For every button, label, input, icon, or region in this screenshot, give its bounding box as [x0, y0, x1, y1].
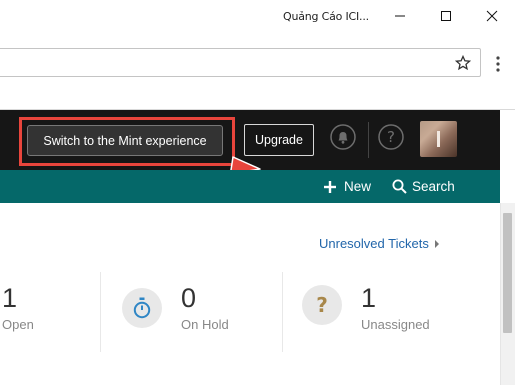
- question-mark-icon: ?: [316, 294, 328, 316]
- svg-text:?: ?: [387, 128, 395, 146]
- kebab-menu-icon: [496, 56, 500, 72]
- window-title-bar: Quảng Cáo ICI...: [0, 0, 515, 35]
- new-label: New: [344, 179, 372, 194]
- unassigned-icon-badge: ?: [302, 285, 342, 325]
- search-button[interactable]: Search: [392, 170, 455, 203]
- maximize-icon: [441, 11, 451, 21]
- star-icon: [454, 54, 472, 71]
- plus-icon: [324, 180, 336, 193]
- search-label: Search: [412, 179, 455, 194]
- bookmark-star-button[interactable]: [454, 54, 472, 71]
- stat-divider: [282, 272, 283, 352]
- annotation-highlight-box: [19, 117, 235, 166]
- browser-toolbar: [0, 35, 515, 110]
- browser-menu-button[interactable]: [494, 55, 502, 73]
- bell-icon: [330, 124, 356, 150]
- on-hold-label: On Hold: [181, 317, 229, 332]
- maximize-button[interactable]: [423, 0, 469, 32]
- caret-right-icon: [434, 239, 439, 248]
- unassigned-label: Unassigned: [361, 317, 430, 332]
- minimize-icon: [395, 15, 405, 17]
- close-button[interactable]: [469, 0, 515, 32]
- on-hold-count: 0: [181, 283, 197, 313]
- close-icon: [486, 10, 498, 22]
- notifications-button[interactable]: [330, 124, 356, 150]
- search-icon: [392, 179, 407, 194]
- help-icon: ?: [378, 124, 404, 150]
- scrollbar-thumb[interactable]: [503, 213, 512, 333]
- user-avatar[interactable]: [420, 121, 457, 157]
- stat-divider: [100, 272, 101, 352]
- minimize-button[interactable]: [377, 0, 423, 32]
- avatar-initial: [437, 131, 440, 147]
- dashboard-content: [0, 203, 500, 385]
- unassigned-count: 1: [361, 283, 377, 313]
- open-count: 1: [2, 283, 18, 313]
- secondary-nav: New Search: [0, 170, 500, 203]
- header-divider: [368, 122, 369, 158]
- svg-text:?: ?: [316, 294, 328, 316]
- address-bar[interactable]: [0, 48, 481, 77]
- new-button[interactable]: New: [324, 170, 371, 203]
- stopwatch-icon: [133, 297, 151, 319]
- unresolved-tickets-link[interactable]: Unresolved Tickets: [319, 236, 441, 251]
- open-label: Open: [2, 317, 34, 332]
- help-button[interactable]: ?: [378, 124, 404, 150]
- window-title: Quảng Cáo ICI...: [283, 10, 369, 23]
- unresolved-tickets-label: Unresolved Tickets: [319, 236, 429, 251]
- on-hold-icon-badge: [122, 288, 162, 328]
